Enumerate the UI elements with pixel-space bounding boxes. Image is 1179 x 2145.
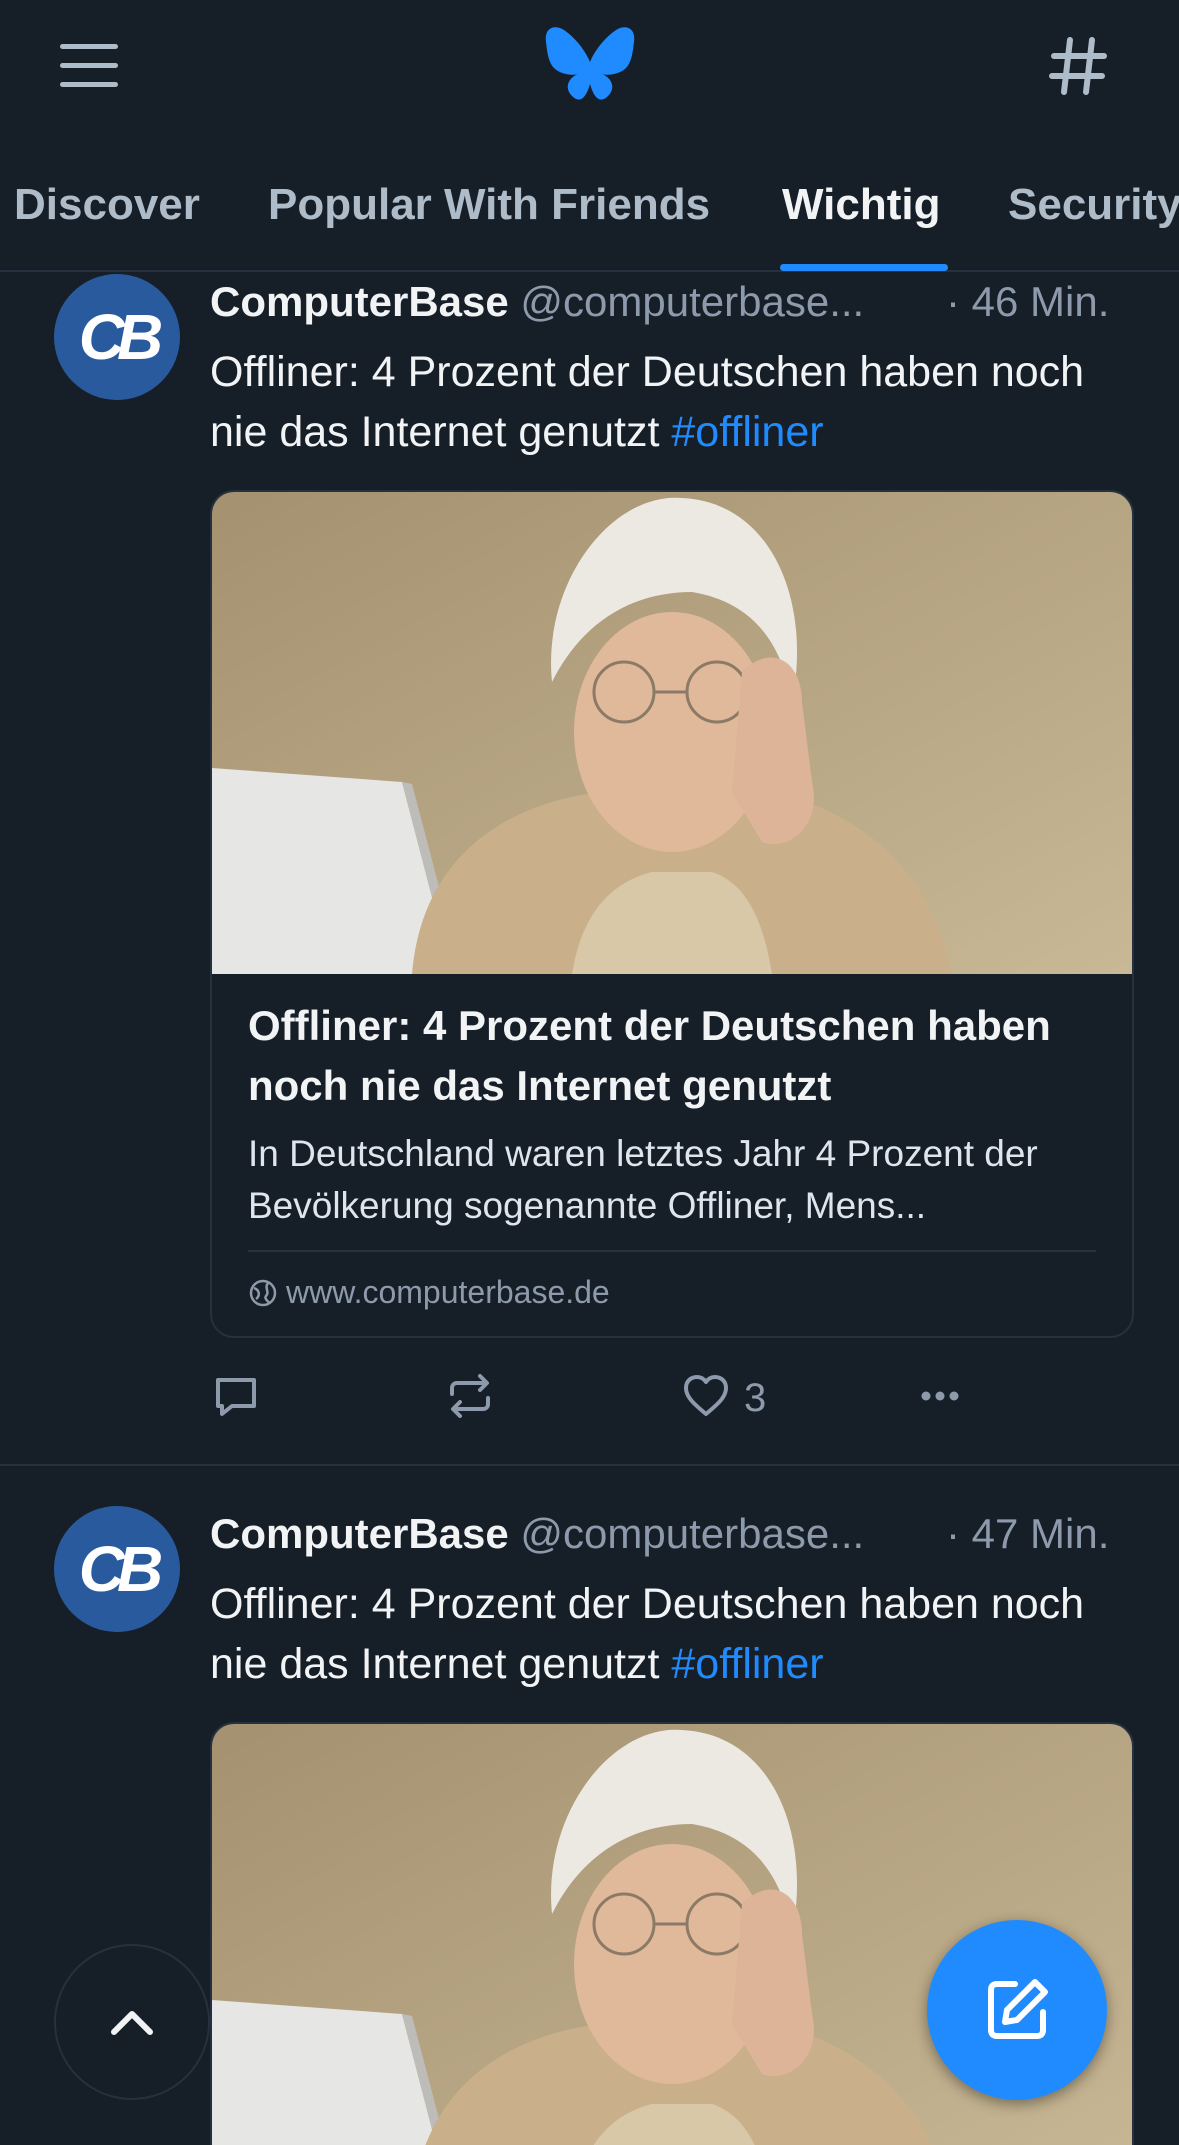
author-handle[interactable]: @computerbase... — [520, 278, 864, 325]
more-dots-icon — [921, 1391, 959, 1401]
post-timestamp[interactable]: · 46 Min. — [946, 278, 1109, 326]
like-button[interactable]: 3 — [680, 1370, 800, 1434]
card-divider — [248, 1250, 1096, 1252]
preview-image — [212, 492, 1132, 974]
tab-security[interactable]: Security — [1008, 180, 1179, 230]
post-actions: 3 — [210, 1370, 1010, 1440]
globe-icon — [249, 1279, 277, 1307]
author-name[interactable]: ComputerBase — [210, 278, 509, 325]
card-domain: www.computerbase.de — [248, 1274, 610, 1311]
compose-icon — [988, 1979, 1048, 2039]
more-options-button[interactable] — [914, 1370, 966, 1434]
repost-icon — [450, 1374, 490, 1418]
reply-button[interactable] — [210, 1370, 262, 1434]
post-text-body: Offliner: 4 Prozent der Deutschen haben … — [210, 1580, 1085, 1688]
post-header: ComputerBase @computerbase... — [210, 1510, 864, 1558]
top-bar — [0, 0, 1179, 135]
compose-button[interactable] — [927, 1920, 1107, 2100]
tab-wichtig[interactable]: Wichtig — [782, 180, 940, 230]
active-tab-indicator — [780, 264, 948, 271]
author-handle[interactable]: @computerbase... — [520, 1510, 864, 1557]
feed-tabs: Discover Popular With Friends Wichtig Se… — [0, 160, 1179, 272]
repost-button[interactable] — [444, 1370, 496, 1434]
post-text: Offliner: 4 Prozent der Deutschen haben … — [210, 1574, 1130, 1694]
card-title: Offliner: 4 Prozent der Deutschen haben … — [248, 1002, 1051, 1109]
avatar[interactable]: CB — [54, 274, 180, 400]
author-name[interactable]: ComputerBase — [210, 1510, 509, 1557]
hashtag-link[interactable]: #offliner — [671, 1640, 823, 1688]
hashtag-link[interactable]: #offliner — [671, 408, 823, 456]
menu-button[interactable] — [56, 40, 120, 92]
card-domain-text: www.computerbase.de — [286, 1274, 610, 1310]
hamburger-menu-icon — [60, 44, 118, 49]
hashtag-icon[interactable] — [1046, 34, 1110, 98]
post-header: ComputerBase @computerbase... — [210, 278, 864, 326]
reply-icon — [216, 1378, 256, 1416]
card-description: In Deutschland waren letztes Jahr 4 Proz… — [248, 1133, 1038, 1226]
butterfly-logo — [545, 27, 635, 100]
post-divider — [0, 1464, 1179, 1466]
like-count: 3 — [744, 1376, 767, 1420]
app-root: Discover Popular With Friends Wichtig Se… — [0, 0, 1179, 2145]
post-text-body: Offliner: 4 Prozent der Deutschen haben … — [210, 348, 1085, 456]
link-preview-card[interactable]: Offliner: 4 Prozent der Deutschen haben … — [210, 490, 1134, 1338]
post-text: Offliner: 4 Prozent der Deutschen haben … — [210, 342, 1130, 462]
chevron-up-icon — [111, 2011, 153, 2035]
post-timestamp[interactable]: · 47 Min. — [946, 1510, 1109, 1558]
scroll-to-top-button[interactable] — [54, 1944, 210, 2100]
tab-popular-with-friends[interactable]: Popular With Friends — [268, 180, 710, 230]
avatar[interactable]: CB — [54, 1506, 180, 1632]
heart-icon — [684, 1375, 728, 1416]
tab-discover[interactable]: Discover — [14, 180, 200, 230]
